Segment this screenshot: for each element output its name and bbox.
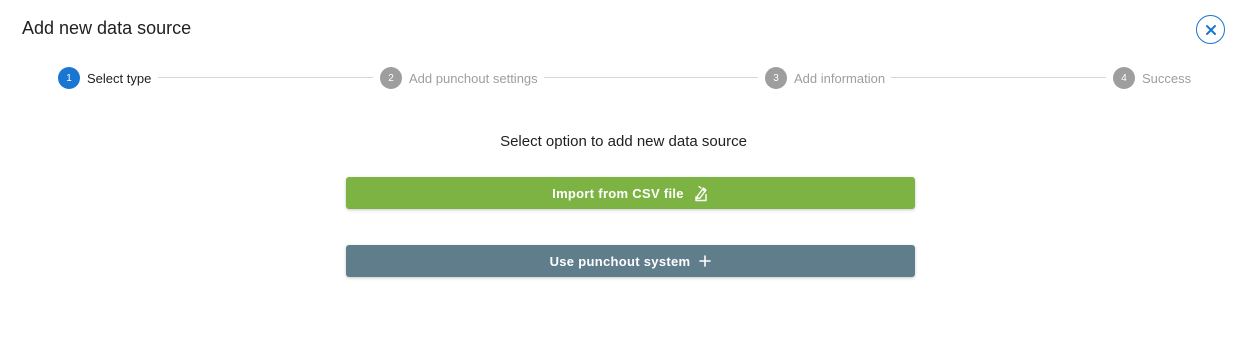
step-success: 4 Success — [1113, 66, 1191, 90]
step-number-3: 3 — [765, 67, 787, 89]
step-label-success: Success — [1142, 70, 1192, 86]
step-number-2: 2 — [380, 67, 402, 89]
close-button[interactable] — [1196, 15, 1225, 44]
step-add-information: 3 Add information — [765, 66, 885, 90]
dialog-title: Add new data source — [22, 18, 192, 38]
step-connector — [544, 77, 758, 78]
step-label-add-punchout-settings: Add punchout settings — [409, 70, 538, 86]
use-punchout-label: Use punchout system — [549, 253, 691, 269]
step-connector — [891, 77, 1106, 78]
add-data-source-dialog: Add new data source 1 Select type 2 Add … — [0, 0, 1247, 360]
step-add-punchout-settings: 2 Add punchout settings — [380, 66, 538, 90]
close-icon — [1205, 24, 1216, 35]
step-label-add-information: Add information — [794, 70, 886, 86]
stepper: 1 Select type 2 Add punchout settings 3 … — [0, 66, 1247, 90]
step-number-4: 4 — [1113, 67, 1135, 89]
file-import-icon — [693, 185, 709, 202]
plus-icon — [699, 255, 712, 267]
step-select-type: 1 Select type — [58, 66, 151, 90]
import-csv-button[interactable]: Import from CSV file — [346, 177, 915, 209]
import-csv-label: Import from CSV file — [552, 185, 684, 201]
step-number-1: 1 — [58, 67, 80, 89]
step-connector — [158, 77, 373, 78]
select-option-prompt: Select option to add new data source — [500, 133, 747, 150]
use-punchout-button[interactable]: Use punchout system — [346, 245, 915, 277]
step-label-select-type: Select type — [87, 70, 152, 86]
